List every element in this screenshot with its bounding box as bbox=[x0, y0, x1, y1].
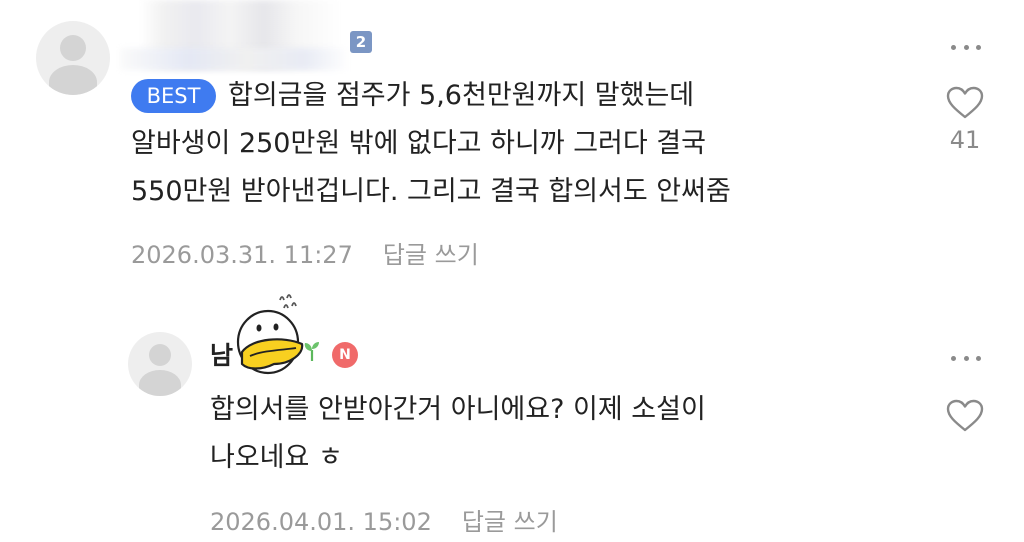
blurred-username-strip bbox=[120, 48, 350, 70]
like-count: 41 bbox=[949, 126, 981, 154]
reply-nickname[interactable]: 남 bbox=[210, 336, 233, 372]
best-badge: BEST bbox=[131, 79, 216, 113]
new-badge: N bbox=[332, 342, 358, 368]
comment-text-line: 합의금을 점주가 5,6천만원까지 말했는데 bbox=[228, 80, 695, 111]
comment-date: 2026.03.31. 11:27 bbox=[131, 241, 353, 269]
sprout-icon bbox=[304, 342, 319, 361]
comment-text-line: 알바생이 250만원 밖에 없다고 하니까 그러다 결국 bbox=[131, 128, 706, 159]
duck-sticker-icon bbox=[236, 294, 304, 375]
heart-outline-icon[interactable] bbox=[946, 399, 984, 433]
more-dots-icon bbox=[951, 44, 956, 50]
comment-text-line: 550만원 받아낸겁니다. 그리고 결국 합의서도 안써줌 bbox=[131, 176, 731, 207]
comment-text-line: 나오네요 ㅎ bbox=[210, 442, 343, 473]
comment-meta: 2026.03.31. 11:27 답글 쓰기 bbox=[131, 235, 479, 270]
level-badge: 2 bbox=[350, 31, 372, 53]
comment-meta: 2026.04.01. 15:02 답글 쓰기 bbox=[210, 502, 558, 537]
comment-date: 2026.04.01. 15:02 bbox=[210, 508, 432, 536]
avatar[interactable] bbox=[36, 21, 110, 95]
heart-outline-icon[interactable] bbox=[946, 86, 984, 120]
comment-text-line: 합의서를 안받아간거 아니에요? 이제 소설이 bbox=[210, 394, 706, 425]
reply-button[interactable]: 답글 쓰기 bbox=[383, 241, 479, 269]
avatar[interactable] bbox=[128, 332, 192, 396]
more-options-button[interactable] bbox=[951, 42, 981, 52]
more-options-button[interactable] bbox=[951, 353, 981, 363]
more-dots-icon bbox=[951, 355, 956, 361]
reply-button[interactable]: 답글 쓰기 bbox=[462, 508, 558, 536]
